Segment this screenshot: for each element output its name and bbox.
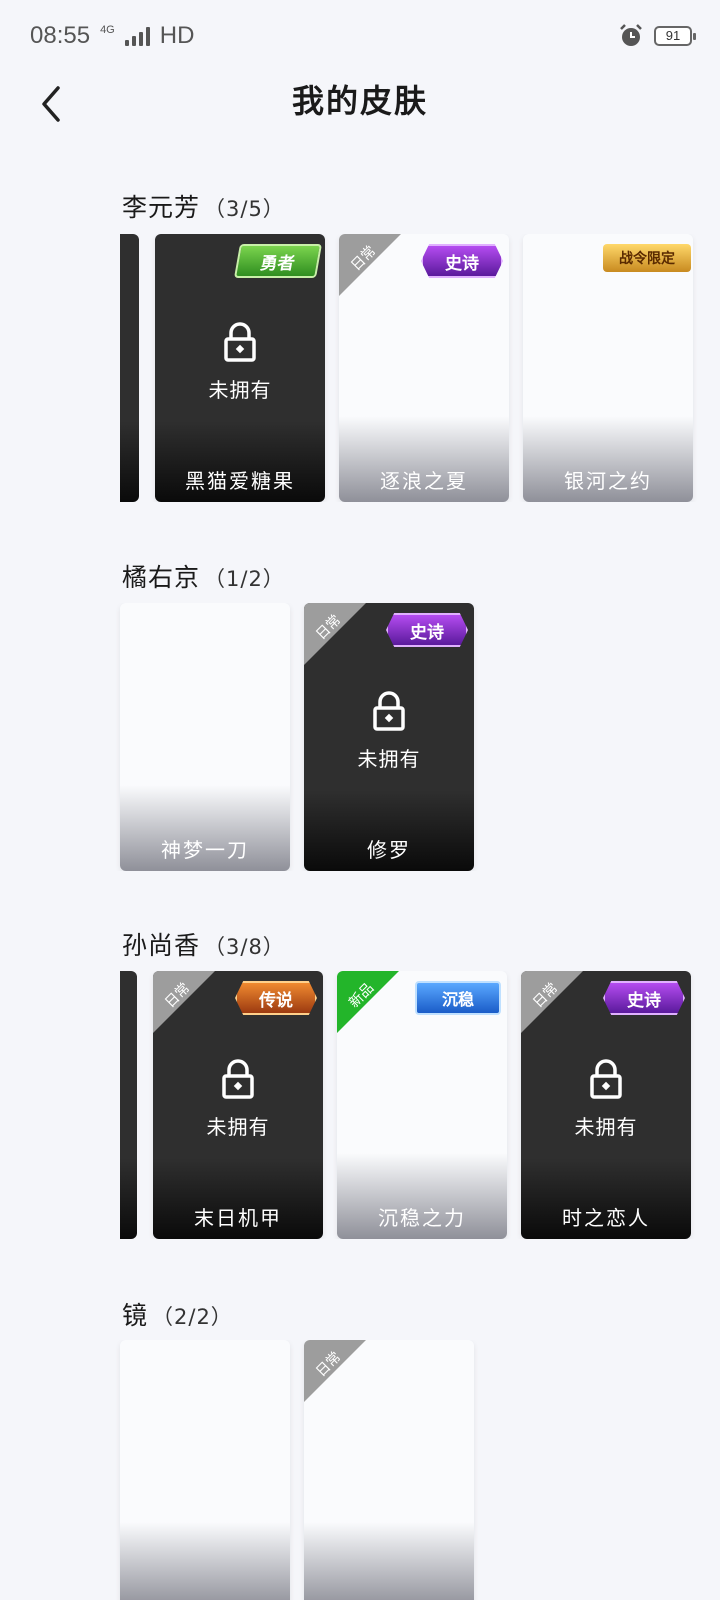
daily-ribbon: 日常 xyxy=(304,1340,366,1402)
skin-card[interactable]: 战令限定 银河之约 xyxy=(523,234,693,502)
skin-card[interactable]: 日常 传说 未拥有 末日机甲 xyxy=(153,971,323,1239)
skin-card[interactable]: 新品 沉稳 沉稳之力 xyxy=(337,971,507,1239)
unowned-label: 未拥有 xyxy=(206,1115,270,1139)
skin-card[interactable]: 日常 史诗 未拥有 修罗 xyxy=(304,603,474,871)
rarity-badge-legend: 传说 xyxy=(235,981,317,1015)
skin-card[interactable]: 日常 史诗 逐浪之夏 xyxy=(339,234,509,502)
rarity-badge-epic: 史诗 xyxy=(603,981,685,1015)
hd-indicator: HD xyxy=(159,22,195,49)
skin-card[interactable]: 日常 xyxy=(304,1340,474,1600)
status-left: 08:55 4G HD xyxy=(30,22,194,50)
skin-card[interactable] xyxy=(120,1340,290,1600)
unowned-label: 未拥有 xyxy=(357,747,421,771)
page-title: 我的皮肤 xyxy=(291,82,428,120)
skin-name: 修罗 xyxy=(367,838,411,862)
daily-ribbon: 日常 xyxy=(153,971,215,1033)
skin-count: （2/2） xyxy=(152,1305,233,1329)
skin-name: 沉稳之力 xyxy=(378,1206,466,1230)
skin-card[interactable]: 勇者 未拥有 黑猫爱糖果 xyxy=(155,234,325,502)
skin-name: 时之恋人 xyxy=(562,1206,650,1230)
section-title: 镜（2/2） xyxy=(122,1296,233,1332)
skin-row[interactable]: 神梦一刀 日常 史诗 未拥有 修罗 xyxy=(0,603,720,871)
rarity-badge-epic: 史诗 xyxy=(421,244,503,278)
lock-icon xyxy=(153,1059,323,1103)
hero-name: 镜 xyxy=(122,1301,149,1330)
daily-ribbon: 日常 xyxy=(521,971,583,1033)
new-ribbon: 新品 xyxy=(337,971,399,1033)
signal-icon xyxy=(124,26,150,46)
status-right: 91 xyxy=(618,23,696,49)
skin-name: 黑猫爱糖果 xyxy=(185,469,295,493)
section-title: 孙尚香 （3/8） xyxy=(122,926,285,962)
lock-icon xyxy=(155,322,325,366)
skin-name: 逐浪之夏 xyxy=(380,469,468,493)
skin-count: （3/8） xyxy=(204,935,285,959)
skin-row[interactable]: 勇者 未拥有 黑猫爱糖果 日常 史诗 逐浪之夏 战令限定 银河之约 xyxy=(0,234,720,502)
skin-row[interactable]: 日常 xyxy=(0,1340,720,1600)
rarity-badge-epic: 史诗 xyxy=(386,613,468,647)
unowned-label: 未拥有 xyxy=(208,378,272,402)
skin-card-partial[interactable] xyxy=(120,234,139,502)
rarity-badge-battlepass: 战令限定 xyxy=(603,244,691,272)
hero-name: 孙尚香 xyxy=(122,931,201,960)
skin-card-partial[interactable] xyxy=(120,971,137,1239)
unowned-label: 未拥有 xyxy=(574,1115,638,1139)
battery-icon: 91 xyxy=(654,26,696,46)
lock-icon xyxy=(521,1059,691,1103)
skin-name: 神梦一刀 xyxy=(161,838,249,862)
skin-name: 末日机甲 xyxy=(194,1206,282,1230)
daily-ribbon: 日常 xyxy=(304,603,366,665)
daily-ribbon: 日常 xyxy=(339,234,401,296)
alarm-clock-icon xyxy=(620,24,642,46)
skin-card[interactable]: 日常 史诗 未拥有 时之恋人 xyxy=(521,971,691,1239)
skin-row[interactable]: 日常 传说 未拥有 末日机甲 新品 沉稳 沉稳之力 日常 史诗 未拥有 时之恋人 xyxy=(0,971,720,1239)
skin-count: （3/5） xyxy=(204,197,285,221)
hero-name: 橘右京 xyxy=(122,563,201,592)
section-title: 李元芳 （3/5） xyxy=(122,188,285,224)
status-bar: 08:55 4G HD 91 xyxy=(0,0,720,72)
network-type: 4G xyxy=(100,23,115,36)
header: 我的皮肤 xyxy=(0,72,720,142)
lock-icon xyxy=(304,691,474,735)
rarity-badge-steady: 沉稳 xyxy=(415,981,501,1015)
skin-count: （1/2） xyxy=(204,567,285,591)
skin-card[interactable]: 神梦一刀 xyxy=(120,603,290,871)
hero-name: 李元芳 xyxy=(122,193,201,222)
status-time: 08:55 xyxy=(30,22,91,49)
skin-name: 银河之约 xyxy=(564,469,652,493)
section-title: 橘右京 （1/2） xyxy=(122,558,285,594)
rarity-badge-brave: 勇者 xyxy=(234,244,322,278)
